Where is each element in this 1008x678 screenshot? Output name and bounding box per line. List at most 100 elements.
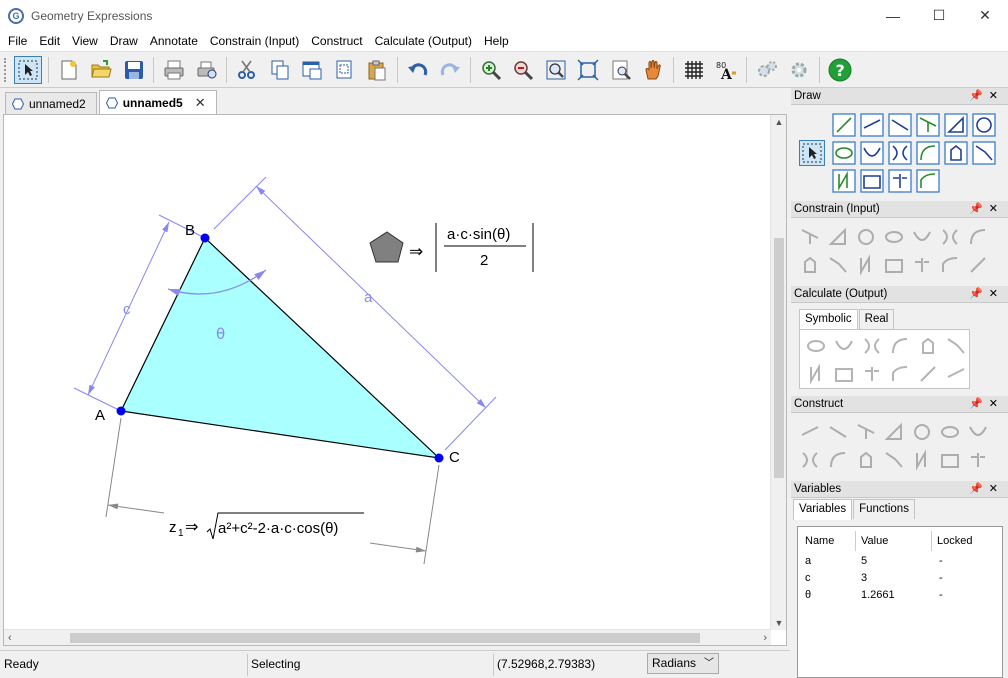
palette-tool-button[interactable] <box>825 419 851 445</box>
palette-tool-button[interactable] <box>943 333 969 359</box>
menu-calculate[interactable]: Calculate (Output) <box>369 31 478 51</box>
panel-title-constrain[interactable]: Constrain (Input) 📌✕ <box>791 201 1008 218</box>
palette-tool-button[interactable] <box>797 224 823 250</box>
menu-draw[interactable]: Draw <box>104 31 144 51</box>
area-numerator[interactable]: a·c·sin(θ) <box>447 226 510 243</box>
menu-annotate[interactable]: Annotate <box>144 31 204 51</box>
pan-button[interactable] <box>639 56 667 84</box>
palette-tool-button[interactable] <box>825 252 851 278</box>
palette-tool-button[interactable] <box>909 224 935 250</box>
copy-as-button[interactable] <box>298 56 326 84</box>
angle-label-theta[interactable]: θ <box>216 325 225 343</box>
palette-tool-button[interactable] <box>943 361 969 387</box>
variable-value[interactable]: 5 <box>861 555 867 567</box>
menu-constrain[interactable]: Constrain (Input) <box>204 31 305 51</box>
cut-button[interactable] <box>233 56 261 84</box>
table-row[interactable]: a 5 - <box>798 553 1004 570</box>
variable-locked[interactable]: - <box>939 589 943 601</box>
panel-title-draw[interactable]: Draw 📌✕ <box>791 88 1008 105</box>
vertical-scroll-thumb[interactable] <box>774 238 784 478</box>
panel-controls[interactable]: 📌✕ <box>969 88 1004 105</box>
scroll-left-icon[interactable]: ‹ <box>8 630 12 646</box>
point-label-c[interactable]: C <box>449 449 460 466</box>
variable-value[interactable]: 3 <box>861 572 867 584</box>
panel-title-calculate[interactable]: Calculate (Output) 📌✕ <box>791 286 1008 303</box>
new-file-button[interactable] <box>55 56 83 84</box>
palette-tool-button[interactable] <box>831 112 857 138</box>
variable-locked[interactable]: - <box>939 572 943 584</box>
panel-controls[interactable]: 📌✕ <box>969 396 1004 413</box>
side-label-a[interactable]: a <box>364 289 373 306</box>
close-tab-icon[interactable]: ✕ <box>195 95 206 111</box>
copy-button[interactable] <box>266 56 294 84</box>
toolbar-grip[interactable] <box>4 57 8 82</box>
menu-file[interactable]: File <box>2 31 33 51</box>
save-button[interactable] <box>120 56 148 84</box>
copy-picture-button[interactable] <box>331 56 359 84</box>
panel-title-construct[interactable]: Construct 📌✕ <box>791 396 1008 413</box>
palette-tool-button[interactable] <box>881 252 907 278</box>
palette-tool-button[interactable] <box>859 112 885 138</box>
palette-tool-button[interactable] <box>831 140 857 166</box>
select-arrow-button[interactable] <box>14 55 42 84</box>
palette-tool-button[interactable] <box>887 333 913 359</box>
palette-tool-button[interactable] <box>853 419 879 445</box>
palette-tool-button[interactable] <box>859 140 885 166</box>
palette-tool-button[interactable] <box>797 419 823 445</box>
vertical-scrollbar[interactable]: ▲ ▼ <box>770 115 786 630</box>
panel-controls[interactable]: 📌✕ <box>969 286 1004 303</box>
length-expr-radicand[interactable]: a²+c²-2·a·c·cos(θ) <box>218 520 338 537</box>
close-window-button[interactable]: ✕ <box>962 0 1008 31</box>
palette-tool-button[interactable] <box>831 333 857 359</box>
variable-value[interactable]: 1.2661 <box>861 589 895 601</box>
palette-tool-button[interactable] <box>915 112 941 138</box>
palette-tool-button[interactable] <box>943 112 969 138</box>
zoom-box-button[interactable] <box>542 56 570 84</box>
scroll-up-icon[interactable]: ▲ <box>771 117 787 127</box>
palette-tool-button[interactable] <box>965 252 991 278</box>
palette-tool-button[interactable] <box>937 419 963 445</box>
palette-tool-button[interactable] <box>937 252 963 278</box>
palette-tool-button[interactable] <box>915 333 941 359</box>
palette-tool-button[interactable] <box>887 168 913 194</box>
menu-help[interactable]: Help <box>478 31 515 51</box>
zoom-page-button[interactable] <box>607 56 635 84</box>
palette-tool-button[interactable] <box>887 361 913 387</box>
palette-tool-button[interactable] <box>853 447 879 473</box>
tab-variables[interactable]: Variables <box>793 499 853 520</box>
doc-tab-unnamed2[interactable]: unnamed2 <box>5 92 97 114</box>
table-row[interactable]: c 3 - <box>798 570 1004 587</box>
print-preview-button[interactable] <box>193 56 221 84</box>
dimension-line-z1-right[interactable] <box>369 542 427 553</box>
open-file-button[interactable] <box>87 56 115 84</box>
length-expr-name[interactable]: z <box>169 519 177 536</box>
point-c[interactable] <box>434 453 444 463</box>
palette-tool-button[interactable] <box>909 252 935 278</box>
point-b[interactable] <box>200 233 210 243</box>
horizontal-scrollbar[interactable]: ‹ › <box>4 629 771 645</box>
palette-tool-button[interactable] <box>909 447 935 473</box>
palette-tool-button[interactable] <box>831 361 857 387</box>
options-button[interactable] <box>785 56 813 84</box>
palette-tool-button[interactable] <box>915 361 941 387</box>
palette-tool-button[interactable] <box>965 224 991 250</box>
tab-symbolic[interactable]: Symbolic <box>799 309 858 330</box>
palette-tool-button[interactable] <box>797 447 823 473</box>
palette-tool-button[interactable] <box>915 168 941 194</box>
palette-tool-button[interactable] <box>937 447 963 473</box>
palette-tool-button[interactable] <box>965 447 991 473</box>
palette-tool-button[interactable] <box>965 419 991 445</box>
tab-functions[interactable]: Functions <box>853 499 915 519</box>
palette-tool-button[interactable] <box>859 333 885 359</box>
point-a[interactable] <box>116 406 126 416</box>
column-header-name[interactable]: Name <box>805 535 834 547</box>
palette-tool-button[interactable] <box>859 361 885 387</box>
column-header-value[interactable]: Value <box>861 535 888 547</box>
angle-unit-select[interactable]: Radians ﹀ <box>647 653 719 674</box>
palette-tool-button[interactable] <box>915 140 941 166</box>
palette-tool-button[interactable] <box>803 361 829 387</box>
palette-tool-button[interactable] <box>971 112 997 138</box>
palette-tool-button[interactable] <box>971 140 997 166</box>
palette-tool-button[interactable] <box>825 447 851 473</box>
undo-button[interactable] <box>404 56 432 84</box>
